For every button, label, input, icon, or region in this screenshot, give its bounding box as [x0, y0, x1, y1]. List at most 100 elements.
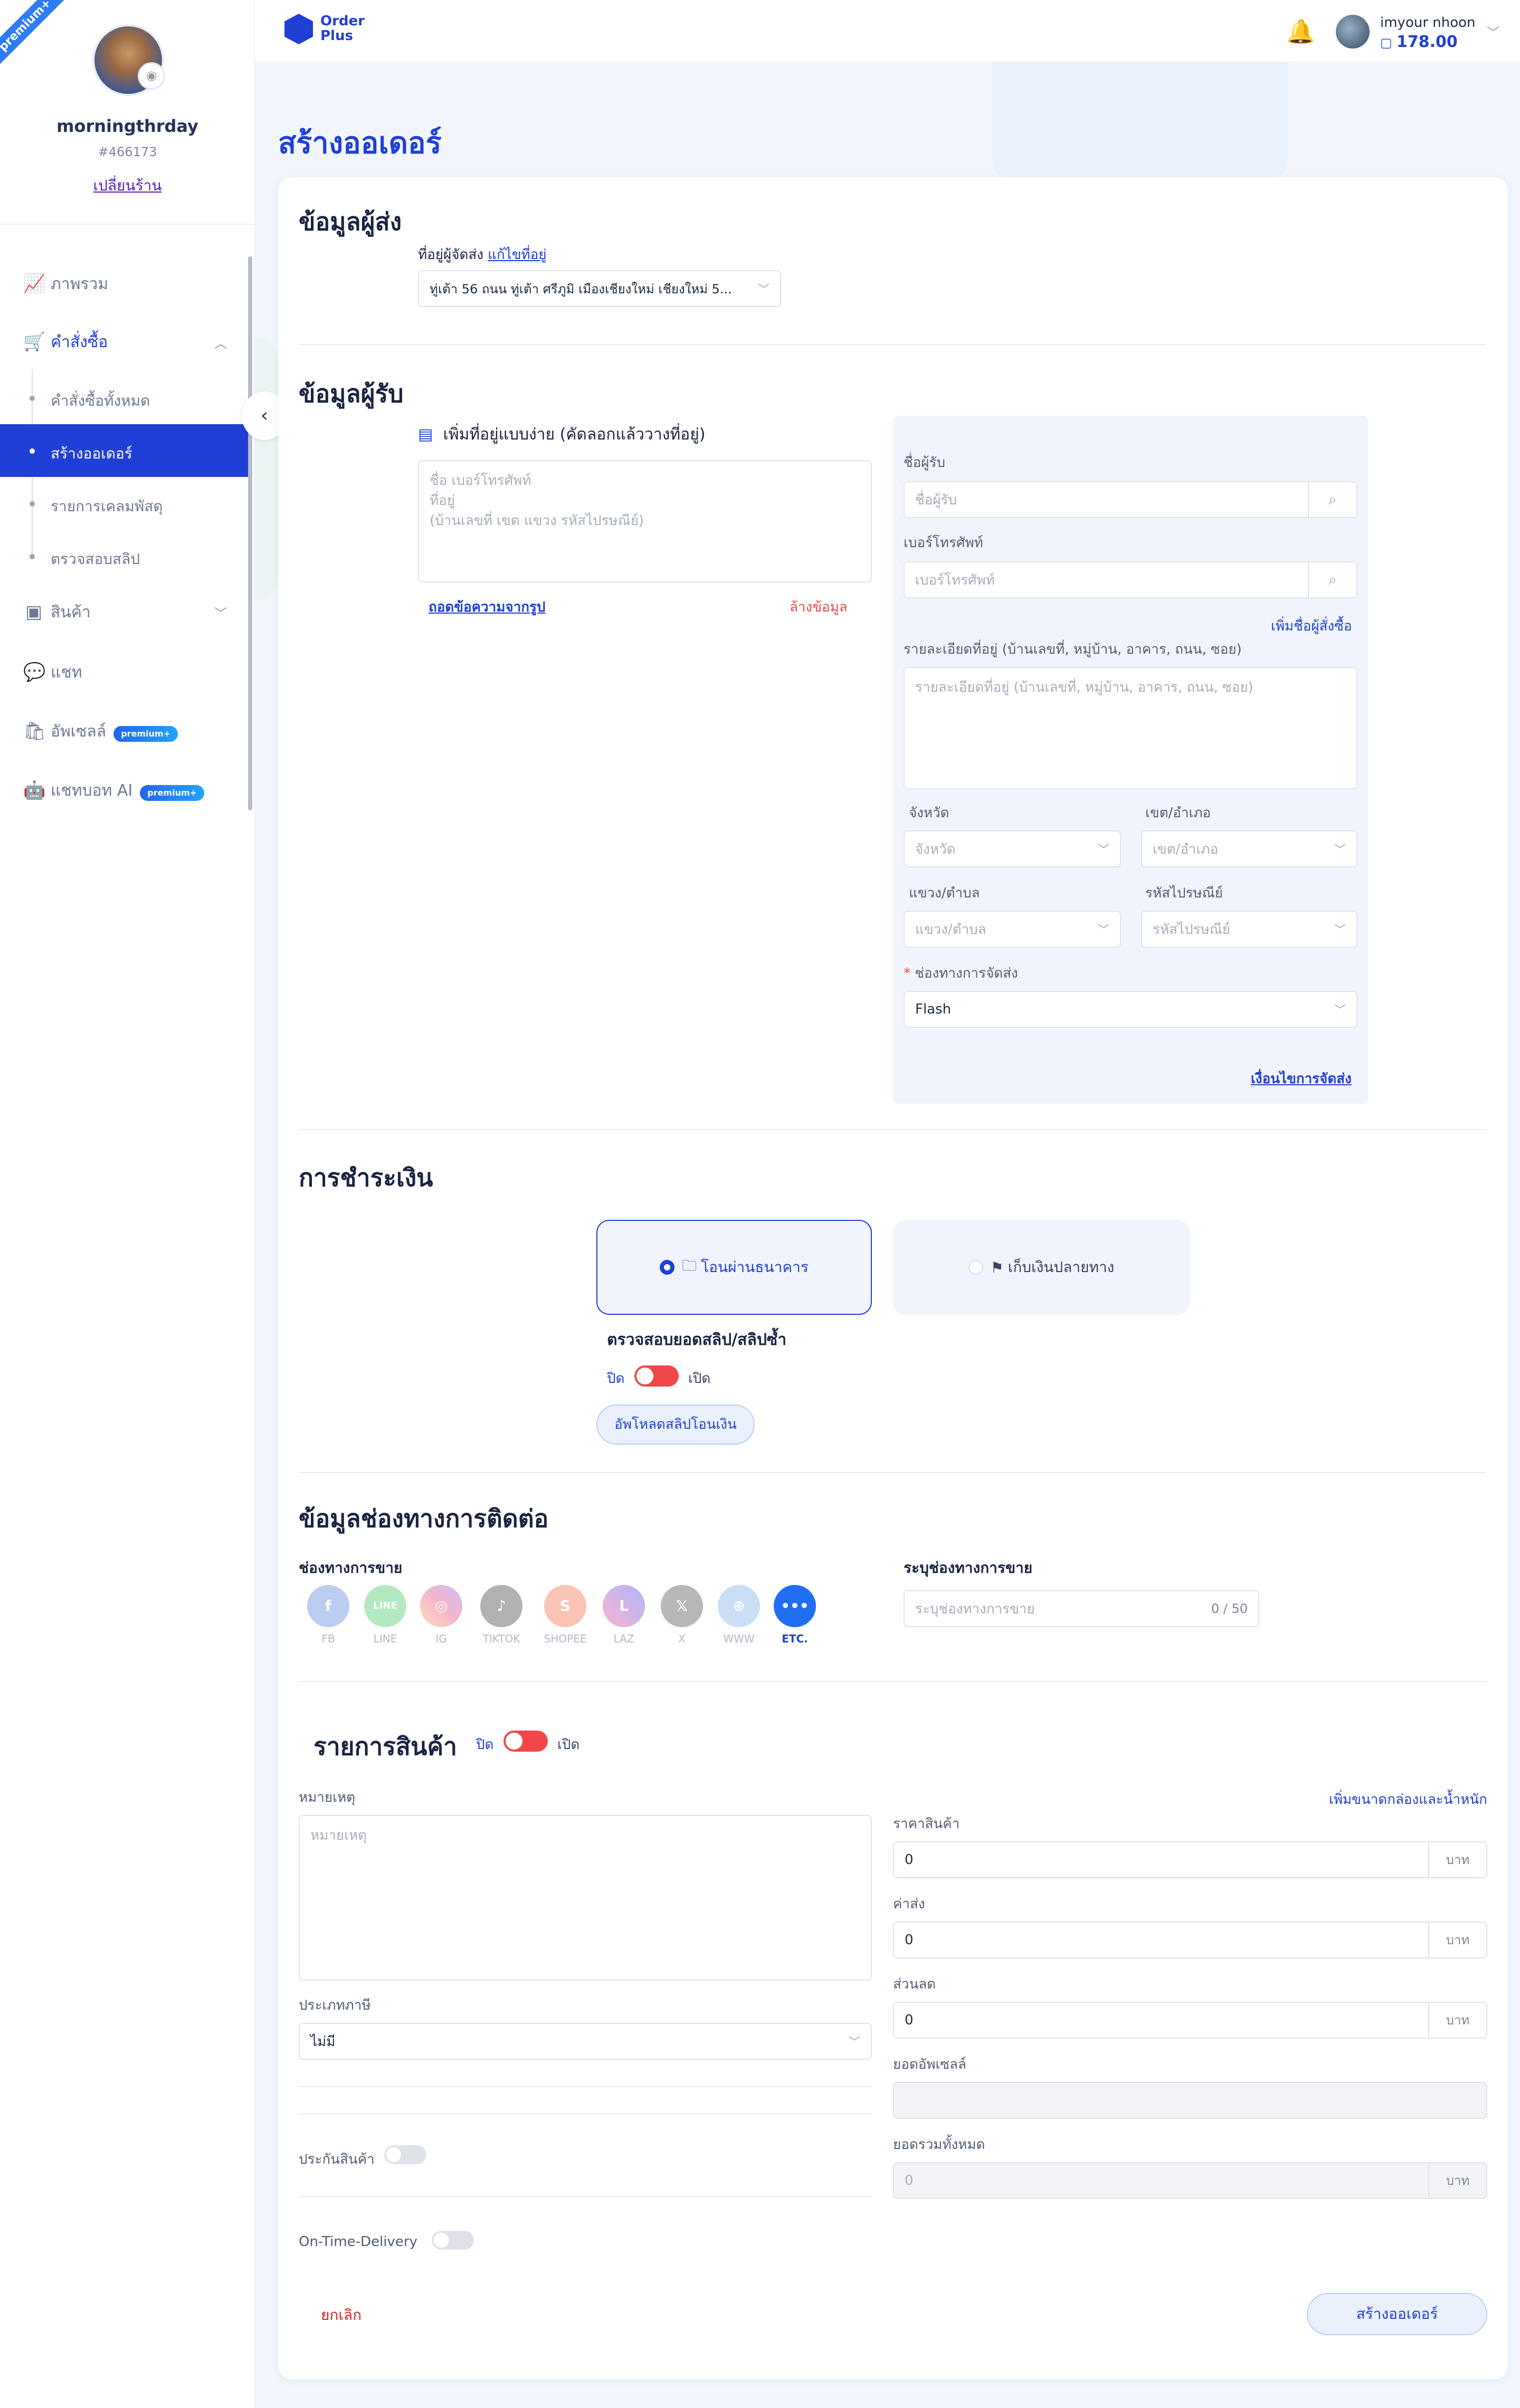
clear-data-link[interactable]: ล้างข้อมูล — [790, 596, 848, 618]
sidebar-scrollbar[interactable] — [248, 256, 252, 810]
sidebar-subitem-orders-all[interactable]: คำสั่งซื้อทั้งหมด — [0, 371, 248, 424]
address-detail-label: รายละเอียดที่อยู่ (บ้านเลขที่, หมู่บ้าน,… — [904, 642, 1242, 657]
edit-address-link[interactable]: แก้ไขที่อยู่ — [488, 247, 546, 263]
sidebar-subitem-check-slip[interactable]: ตรวจสอบสลิป — [0, 530, 248, 582]
specify-channel-input[interactable]: ระบุช่องทางการขาย 0 / 50 — [904, 1590, 1259, 1627]
shipping-method-select[interactable]: Flash ﹀ — [904, 991, 1357, 1028]
add-box-size-link[interactable]: เพิ่มขนาดกล่องและน้ำหนัก — [1329, 1789, 1487, 1810]
label-text: ที่อยู่ผู้จัดส่ง — [418, 247, 483, 263]
receiver-phone-input[interactable]: เบอร์โทรศัพท์ — [904, 561, 1309, 598]
quick-address-textarea[interactable]: ชื่อ เบอร์โทรศัพท์ ที่อยู่ (บ้านเลขที่ เ… — [418, 460, 872, 582]
receiver-name-input[interactable]: ชื่อผู้รับ — [904, 481, 1309, 518]
ai-chat-label: แชทบอท AI — [51, 781, 133, 800]
sidebar-item-chat[interactable]: 💬 แชท — [0, 647, 248, 697]
note-textarea[interactable]: หมายเหตุ — [299, 1815, 872, 1981]
sidebar-item-overview[interactable]: 📈 ภาพรวม — [0, 259, 248, 309]
sidebar-item-label: อัพเซลล์ premium+ — [51, 719, 178, 744]
channel-line[interactable]: LINE LINE — [364, 1585, 406, 1645]
shipping-terms-link[interactable]: เงื่อนไขการจัดส่ง — [1251, 1068, 1352, 1090]
products-toggle[interactable] — [504, 1731, 548, 1752]
channel-etc[interactable]: ••• ETC. — [774, 1585, 816, 1645]
sidebar-subitem-create-order[interactable]: สร้างออเดอร์ — [0, 424, 248, 477]
shipping-fee-unit: บาท — [1429, 1922, 1487, 1958]
channel-x[interactable]: 𝕏X — [661, 1585, 703, 1645]
price-input[interactable]: 0 — [893, 1841, 1429, 1878]
channel-shopee[interactable]: S SHOPEE — [536, 1585, 594, 1645]
lazada-icon: L — [603, 1585, 645, 1627]
bank-transfer-option[interactable]: 🗀 โอนผ่านธนาคาร — [596, 1220, 872, 1315]
logo-text[interactable]: Order Plus — [320, 14, 365, 43]
district-select[interactable]: เขต/อำเภอ ﹀ — [1141, 830, 1357, 867]
channel-lazada[interactable]: L LAZ — [603, 1585, 645, 1645]
channel-tiktok[interactable]: ♪ TIKTOK — [475, 1585, 528, 1645]
premium-badge: premium+ — [140, 785, 205, 801]
header-credit: ▢ 178.00 — [1380, 33, 1458, 51]
province-select[interactable]: จังหวัด ﹀ — [904, 830, 1121, 867]
channel-fb[interactable]: f FB — [307, 1585, 349, 1645]
postcode-label: รหัสไปรษณีย์ — [1145, 885, 1223, 901]
postcode-select[interactable]: รหัสไปรษณีย์ ﹀ — [1141, 911, 1357, 948]
background-decoration — [255, 338, 278, 601]
shopping-bag-icon: 🛍 — [23, 721, 46, 742]
chat-icon: 💬 — [23, 662, 46, 683]
address-detail-textarea[interactable]: รายละเอียดที่อยู่ (บ้านเลขที่, หมู่บ้าน,… — [904, 667, 1357, 789]
dot-icon — [30, 501, 35, 507]
discount-input[interactable]: 0 — [893, 2002, 1429, 2039]
products-section-title: รายการสินค้า — [314, 1732, 458, 1761]
add-buyer-link[interactable]: เพิ่มชื่อผู้สั่งซื้อ — [1271, 615, 1352, 637]
cod-option[interactable]: ⚑ เก็บเงินปลายทาง — [893, 1220, 1190, 1315]
header-avatar[interactable] — [1336, 15, 1370, 49]
sidebar-item-ai-chat[interactable]: 🤖 แชทบอท AI premium+ — [0, 765, 248, 816]
create-order-button[interactable]: สร้างออเดอร์ — [1307, 2293, 1487, 2335]
dot-icon — [30, 448, 35, 454]
select-value: ทู่เต้า 56 ถนน ทู่เต้า ศรีภูมิ เมืองเชีย… — [430, 281, 732, 297]
cancel-button[interactable]: ยกเลิก — [321, 2304, 362, 2327]
chart-icon: 📈 — [23, 273, 46, 294]
page-title: สร้างออเดอร์ — [278, 126, 442, 160]
dot-icon — [30, 396, 35, 401]
sidebar-item-upsell[interactable]: 🛍 อัพเซลล์ premium+ — [0, 706, 248, 757]
folder-icon: 🗀 — [682, 1257, 697, 1274]
sidebar-item-orders[interactable]: 🛒 คำสั่งซื้อ ︿ — [0, 317, 248, 367]
upsell-total-field — [893, 2082, 1487, 2119]
instagram-icon: ◎ — [420, 1585, 462, 1627]
shipping-fee-input[interactable]: 0 — [893, 1922, 1429, 1958]
bell-icon[interactable]: 🔔 — [1286, 18, 1315, 45]
chevron-down-icon: ﹀ — [757, 283, 770, 297]
insurance-label: ประกันสินค้า — [299, 2152, 375, 2167]
logo-icon[interactable] — [284, 14, 313, 44]
tax-type-select[interactable]: ไม่มี ﹀ — [299, 2023, 872, 2060]
top-header: Order Plus 🔔 imyour nhoon ▢ 178.00 ﹀ — [255, 0, 1520, 62]
input-placeholder: ระบุช่องทางการขาย — [915, 1601, 1035, 1617]
channel-label: LAZ — [613, 1632, 634, 1645]
switch-shop-link[interactable]: เปลี่ยนร้าน — [0, 174, 255, 197]
chevron-down-icon: ﹀ — [848, 2036, 860, 2049]
upload-slip-button[interactable]: อัพโหลดสลิปโอนเงิน — [596, 1404, 755, 1445]
channel-www[interactable]: ⊕ WWW — [718, 1585, 760, 1645]
verify-slip-toggle[interactable] — [634, 1365, 679, 1387]
select-value: แขวง/ตำบล — [915, 921, 986, 938]
divider — [0, 224, 255, 225]
search-icon[interactable]: ⌕ — [1309, 561, 1357, 598]
chevron-down-icon[interactable]: ﹀ — [1487, 22, 1499, 41]
channel-ig[interactable]: ◎ IG — [420, 1585, 462, 1645]
clipboard-icon: ▤ — [418, 425, 433, 444]
divider — [299, 1129, 1486, 1130]
more-icon: ••• — [774, 1585, 816, 1627]
payment-section-title: การชำระเงิน — [299, 1163, 433, 1192]
camera-icon[interactable]: ◉ — [138, 62, 165, 90]
subdistrict-select[interactable]: แขวง/ตำบล ﹀ — [904, 911, 1121, 948]
header-username[interactable]: imyour nhoon — [1380, 15, 1476, 31]
otd-toggle[interactable] — [432, 2231, 474, 2250]
sidebar-item-products[interactable]: ▣ สินค้า ﹀ — [0, 587, 248, 637]
chevron-down-icon: ﹀ — [1334, 844, 1346, 857]
cart-icon: 🛒 — [23, 331, 46, 352]
insurance-toggle[interactable] — [384, 2145, 426, 2164]
extract-from-image-link[interactable]: ถอดข้อความจากรูป — [429, 596, 545, 618]
sidebar-subitem-parcel-claims[interactable]: รายการเคลมพัสดุ — [0, 477, 248, 530]
flag-icon: ⚑ — [990, 1258, 1004, 1276]
divider — [299, 2114, 872, 2115]
sender-address-select[interactable]: ทู่เต้า 56 ถนน ทู่เต้า ศรีภูมิ เมืองเชีย… — [418, 270, 781, 307]
channel-label: LINE — [373, 1632, 397, 1645]
search-icon[interactable]: ⌕ — [1309, 481, 1357, 518]
